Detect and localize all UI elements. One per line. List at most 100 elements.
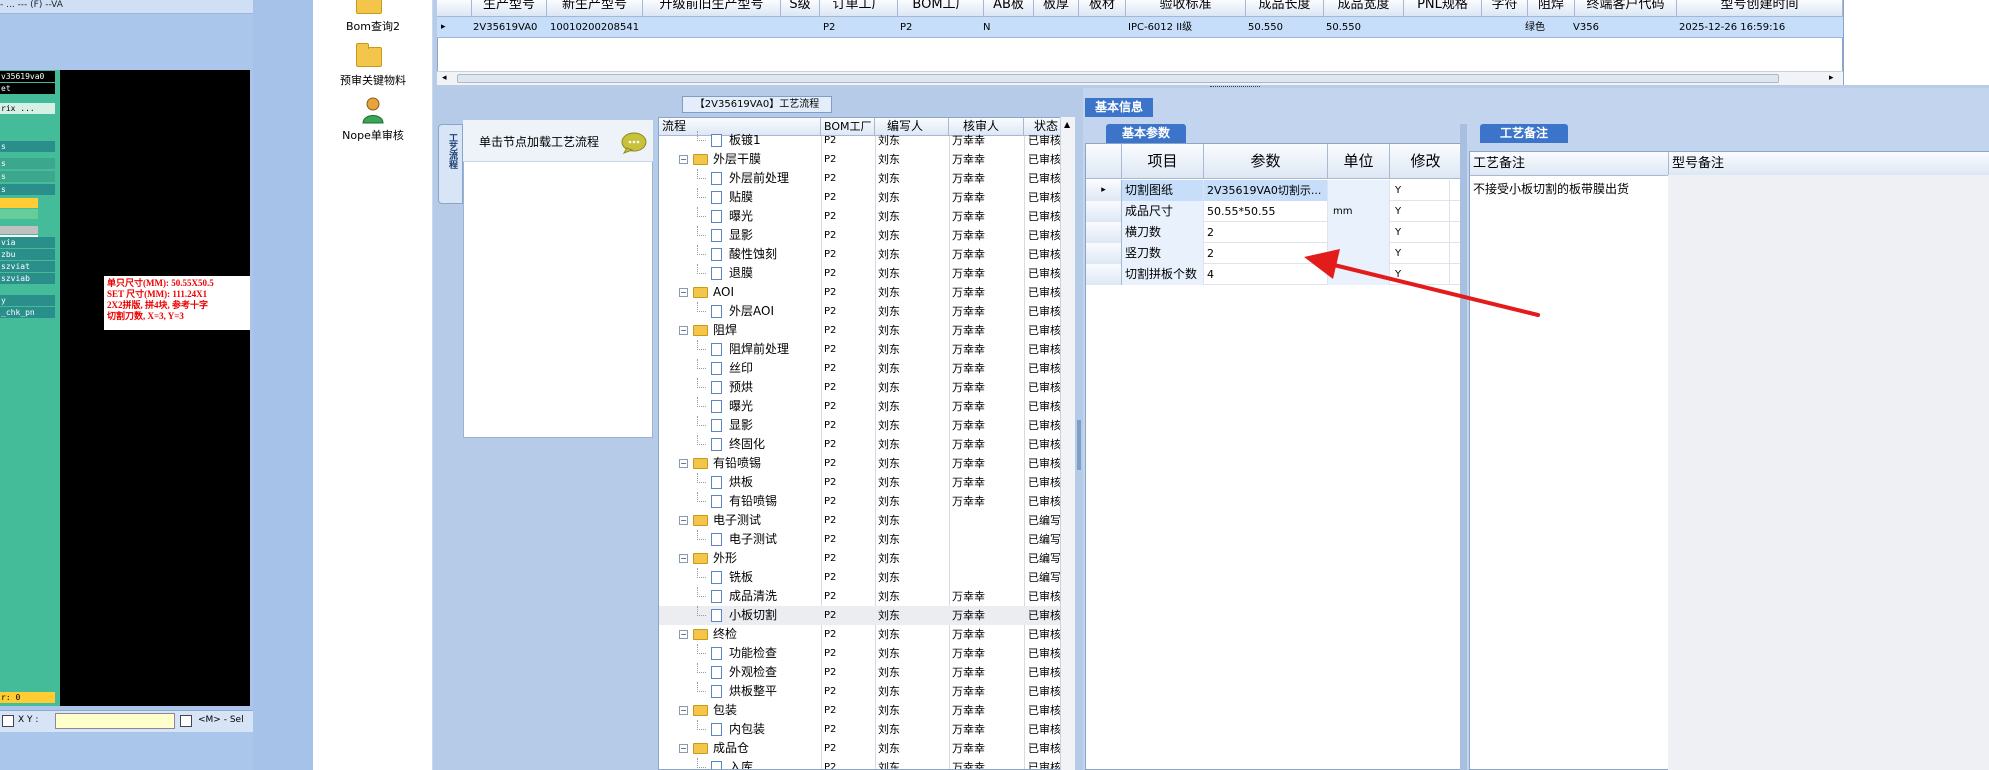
- tree-node[interactable]: 铣板: [659, 568, 819, 587]
- collapse-icon[interactable]: −: [679, 554, 688, 563]
- tree-row[interactable]: − 外形 P2 刘东 已编写: [659, 549, 1074, 568]
- param-unit[interactable]: [1328, 180, 1390, 201]
- cell-customer[interactable]: V356: [1573, 17, 1599, 38]
- scroll-thumb[interactable]: [457, 74, 1779, 83]
- cell-model[interactable]: 2V35619VA0: [473, 17, 537, 38]
- layer-item[interactable]: y: [0, 295, 55, 306]
- tree-node[interactable]: − 外层干膜: [659, 150, 819, 169]
- tree-scrollbar[interactable]: ▲: [1060, 117, 1075, 770]
- tree-row[interactable]: 酸性蚀刻 P2 刘东 万幸幸 已审核: [659, 245, 1074, 264]
- param-value[interactable]: 50.55*50.55: [1204, 201, 1328, 222]
- col-header[interactable]: 板厚: [1034, 0, 1079, 17]
- param-value[interactable]: 2: [1204, 222, 1328, 243]
- col-header[interactable]: 板材: [1079, 0, 1126, 17]
- cell-order-factory[interactable]: P2: [823, 17, 835, 38]
- tree-row[interactable]: − 包装 P2 刘东 万幸幸 已审核: [659, 701, 1074, 720]
- layer-item[interactable]: s: [0, 158, 55, 169]
- tree-node[interactable]: 丝印: [659, 359, 819, 378]
- param-row[interactable]: ▸ 切割图纸 2V35619VA0切割示... Y: [1086, 180, 1462, 201]
- collapse-icon[interactable]: −: [679, 459, 688, 468]
- tree-node[interactable]: 功能检查: [659, 644, 819, 663]
- param-item[interactable]: 切割图纸: [1122, 180, 1204, 201]
- notes-header[interactable]: 型号备注: [1669, 152, 1989, 176]
- cell-new-model[interactable]: 10010200208541: [550, 17, 639, 38]
- cell-standard[interactable]: IPC-6012 II级: [1128, 17, 1192, 38]
- col-header[interactable]: 成品长度: [1246, 0, 1324, 17]
- model-note-cell[interactable]: [1668, 175, 1989, 770]
- tree-row[interactable]: 烘板整平 P2 刘东 万幸幸 已审核: [659, 682, 1074, 701]
- col-header[interactable]: S级: [781, 0, 820, 17]
- tree-node[interactable]: 内包装: [659, 720, 819, 739]
- tree-row[interactable]: 有铅喷锡 P2 刘东 万幸幸 已审核: [659, 492, 1074, 511]
- tab-basic-info[interactable]: 基本信息: [1085, 98, 1153, 117]
- tree-row[interactable]: − 终检 P2 刘东 万幸幸 已审核: [659, 625, 1074, 644]
- col-header[interactable]: 字符: [1482, 0, 1528, 17]
- tree-node[interactable]: − 外形: [659, 549, 819, 568]
- tree-node[interactable]: 外层前处理: [659, 169, 819, 188]
- tree-node[interactable]: 烘板整平: [659, 682, 819, 701]
- param-item[interactable]: 切割拼板个数: [1122, 264, 1204, 285]
- tree-row[interactable]: 电子测试 P2 刘东 已编写: [659, 530, 1074, 549]
- scroll-right-icon[interactable]: ▸: [1829, 73, 1834, 83]
- layer-header[interactable]: v35619va0: [0, 71, 55, 82]
- param-item[interactable]: 成品尺寸: [1122, 201, 1204, 222]
- tree-node[interactable]: − AOI: [659, 283, 819, 302]
- params-header[interactable]: 项目: [1122, 144, 1204, 179]
- param-unit[interactable]: [1328, 243, 1390, 264]
- col-header[interactable]: 成品宽度: [1324, 0, 1404, 17]
- param-unit[interactable]: [1328, 222, 1390, 243]
- param-value[interactable]: 2V35619VA0切割示...: [1204, 180, 1328, 201]
- tree-row[interactable]: 终固化 P2 刘东 万幸幸 已审核: [659, 435, 1074, 454]
- splitter-handle[interactable]: [1077, 420, 1081, 470]
- tree-row[interactable]: 预烘 P2 刘东 万幸幸 已审核: [659, 378, 1074, 397]
- tree-row[interactable]: 贴膜 P2 刘东 万幸幸 已审核: [659, 188, 1074, 207]
- tree-node[interactable]: − 阻焊: [659, 321, 819, 340]
- param-unit[interactable]: [1328, 264, 1390, 285]
- tree-row[interactable]: 小板切割 P2 刘东 万幸幸 已审核: [659, 606, 1074, 625]
- tree-node[interactable]: 贴膜: [659, 188, 819, 207]
- cell-mask[interactable]: 绿色: [1525, 17, 1545, 38]
- layer-item[interactable]: szviab: [0, 273, 55, 284]
- param-edit[interactable]: Y: [1390, 264, 1450, 285]
- tree-row[interactable]: 显影 P2 刘东 万幸幸 已审核: [659, 226, 1074, 245]
- tree-node[interactable]: 小板切割: [659, 606, 819, 625]
- tree-row[interactable]: 外层AOI P2 刘东 万幸幸 已审核: [659, 302, 1074, 321]
- tree-row[interactable]: − 电子测试 P2 刘东 已编写: [659, 511, 1074, 530]
- tree-node[interactable]: − 包装: [659, 701, 819, 720]
- tree-row[interactable]: 功能检查 P2 刘东 万幸幸 已审核: [659, 644, 1074, 663]
- param-edit[interactable]: Y: [1390, 180, 1450, 201]
- tree-row[interactable]: 铣板 P2 刘东 已编写: [659, 568, 1074, 587]
- tree-row[interactable]: 板镀1 P2 刘东 万幸幸 已审核: [659, 131, 1074, 150]
- tree-row[interactable]: − 外层干膜 P2 刘东 万幸幸 已审核: [659, 150, 1074, 169]
- col-header[interactable]: BOM工厂: [898, 0, 984, 17]
- collapse-icon[interactable]: −: [679, 155, 688, 164]
- tree-row[interactable]: 外层前处理 P2 刘东 万幸幸 已审核: [659, 169, 1074, 188]
- tree-row[interactable]: 显影 P2 刘东 万幸幸 已审核: [659, 416, 1074, 435]
- tree-node[interactable]: 阻焊前处理: [659, 340, 819, 359]
- param-value[interactable]: 2: [1204, 243, 1328, 264]
- params-header[interactable]: 参数: [1204, 144, 1328, 179]
- tree-row[interactable]: − 阻焊 P2 刘东 万幸幸 已审核: [659, 321, 1074, 340]
- param-unit[interactable]: mm: [1328, 201, 1390, 222]
- tree-node[interactable]: 有铅喷锡: [659, 492, 819, 511]
- collapse-icon[interactable]: −: [679, 706, 688, 715]
- collapse-icon[interactable]: −: [679, 516, 688, 525]
- param-value[interactable]: 4: [1204, 264, 1328, 285]
- tree-node[interactable]: 终固化: [659, 435, 819, 454]
- tree-row[interactable]: 曝光 P2 刘东 万幸幸 已审核: [659, 397, 1074, 416]
- param-row[interactable]: 横刀数 2 Y: [1086, 222, 1462, 243]
- param-item[interactable]: 横刀数: [1122, 222, 1204, 243]
- layer-item[interactable]: _chk_pn: [0, 307, 55, 318]
- tree-node[interactable]: 外观检查: [659, 663, 819, 682]
- tree-row[interactable]: − 有铅喷锡 P2 刘东 万幸幸 已审核: [659, 454, 1074, 473]
- tree-row[interactable]: 入库 P2 刘东 万幸幸 已审核: [659, 758, 1074, 769]
- col-header[interactable]: PNL规格: [1404, 0, 1482, 17]
- notes-header[interactable]: 工艺备注: [1470, 152, 1669, 176]
- scroll-left-icon[interactable]: ◂: [442, 73, 447, 83]
- tree-node[interactable]: 外层AOI: [659, 302, 819, 321]
- param-edit[interactable]: Y: [1390, 243, 1450, 264]
- tab-basic-params[interactable]: 基本参数: [1106, 124, 1186, 143]
- collapse-icon[interactable]: −: [679, 630, 688, 639]
- tree-node[interactable]: − 成品仓: [659, 739, 819, 758]
- cad-canvas[interactable]: [60, 70, 250, 706]
